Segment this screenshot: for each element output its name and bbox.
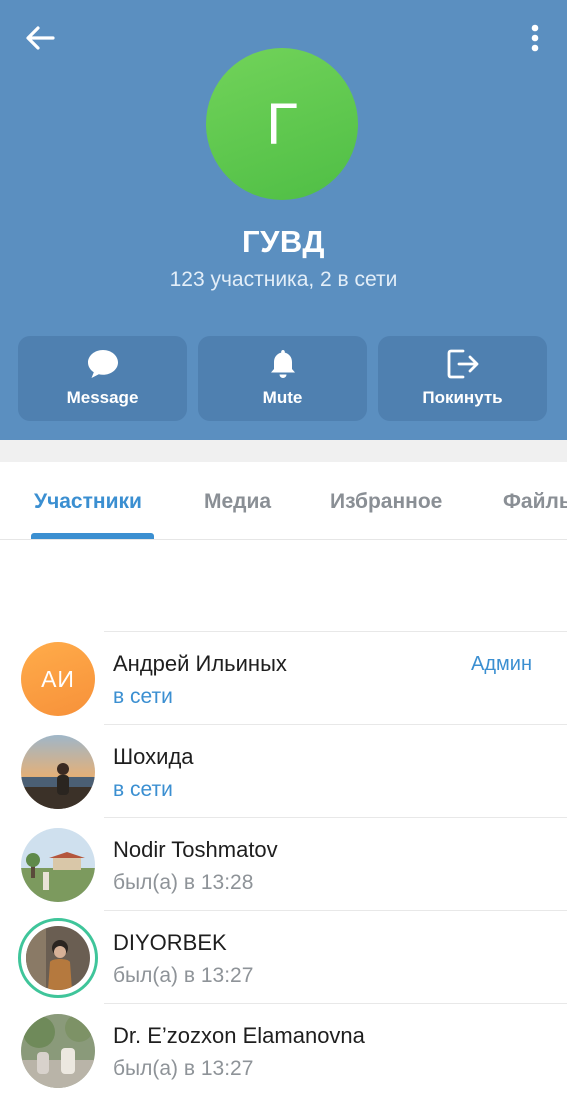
more-menu-button[interactable] (521, 18, 549, 58)
leave-button-label: Покинуть (422, 388, 503, 407)
avatar-photo (21, 1014, 95, 1088)
members-list: АИ Андрей Ильиных в сети Админ Шохида в … (0, 631, 567, 1096)
tab-files[interactable]: Файлы (503, 490, 567, 514)
profile-header: Г ГУВД 123 участника, 2 в сети Message M… (0, 0, 567, 440)
member-status: был(а) в 13:27 (113, 1057, 254, 1080)
group-members-count: 123 участника, 2 в сети (169, 268, 398, 291)
mute-button-label: Mute (262, 388, 303, 407)
member-name: Dr. E’zozxon Elamanovna (113, 1023, 365, 1048)
avatar[interactable]: АИ (21, 642, 95, 716)
member-row[interactable]: Nodir Toshmatov был(а) в 13:28 (0, 817, 567, 910)
leave-icon (447, 349, 478, 379)
avatar[interactable] (21, 1014, 95, 1088)
message-button-label: Message (66, 388, 139, 407)
member-row[interactable]: Шохида в сети (0, 724, 567, 817)
member-row[interactable]: АИ Андрей Ильиных в сети Админ (0, 631, 567, 724)
tab-bar: Участники Медиа Избранное Файлы (0, 462, 567, 540)
tab-media[interactable]: Медиа (204, 490, 271, 514)
member-status: в сети (113, 778, 173, 801)
member-status: был(а) в 13:28 (113, 871, 254, 894)
member-status: в сети (113, 685, 173, 708)
avatar[interactable] (26, 926, 90, 990)
avatar-photo (21, 828, 95, 902)
avatar-photo (21, 735, 95, 809)
avatar[interactable] (21, 735, 95, 809)
member-name: DIYORBEK (113, 930, 227, 955)
avatar[interactable] (21, 828, 95, 902)
back-button[interactable] (18, 18, 62, 58)
row-divider (104, 631, 567, 632)
row-divider (104, 724, 567, 725)
leave-button[interactable]: Покинуть (378, 336, 547, 421)
row-divider (104, 817, 567, 818)
member-status: был(а) в 13:27 (113, 964, 254, 987)
row-divider (104, 910, 567, 911)
arrow-left-icon (26, 26, 55, 50)
member-name: Nodir Toshmatov (113, 837, 278, 862)
mute-button[interactable]: Mute (198, 336, 367, 421)
group-avatar[interactable]: Г (206, 48, 358, 200)
tab-members[interactable]: Участники (34, 490, 142, 514)
tab-favorites[interactable]: Избранное (330, 490, 442, 514)
active-tab-indicator (31, 533, 154, 539)
avatar-photo (26, 926, 90, 990)
more-vertical-icon (531, 24, 539, 52)
group-title: ГУВД (242, 224, 325, 259)
bell-icon (270, 350, 295, 378)
section-divider (0, 440, 567, 462)
member-name: Шохида (113, 744, 194, 769)
message-bubble-icon (87, 350, 118, 378)
member-name: Андрей Ильиных (113, 651, 287, 676)
member-row[interactable]: DIYORBEK был(а) в 13:27 (0, 910, 567, 1003)
admin-badge: Админ (471, 653, 532, 675)
member-row[interactable]: Dr. E’zozxon Elamanovna был(а) в 13:27 (0, 1003, 567, 1096)
message-button[interactable]: Message (18, 336, 187, 421)
row-divider (104, 1003, 567, 1004)
